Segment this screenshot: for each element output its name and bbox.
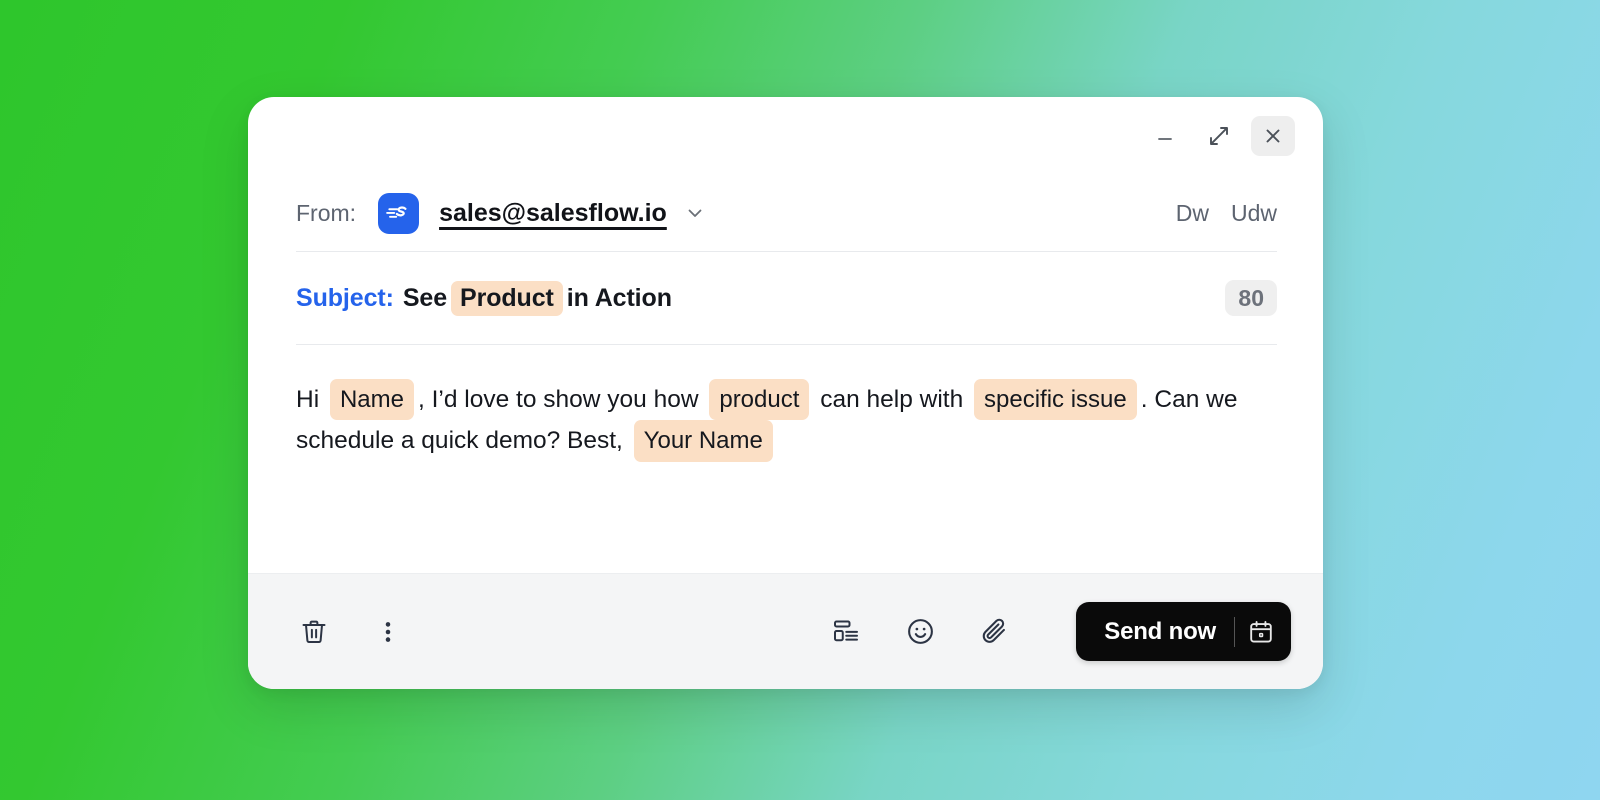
attach-file-button[interactable]: [974, 612, 1014, 652]
subject-segment-plain: See: [402, 283, 448, 312]
character-counter-badge: 80: [1225, 279, 1277, 317]
footer-right-tools: Send now: [826, 602, 1291, 661]
close-icon: [1266, 129, 1280, 143]
message-body-area[interactable]: Hi Name, I’d love to show you how produc…: [248, 345, 1323, 573]
send-now-button[interactable]: Send now: [1080, 618, 1234, 646]
subject-variable-chip[interactable]: Product: [451, 280, 563, 316]
more-options-button[interactable]: [368, 612, 408, 652]
window-titlebar: [248, 97, 1323, 175]
body-segment: Hi: [296, 386, 326, 413]
calendar-icon: [1250, 620, 1272, 642]
footer-left-tools: [294, 612, 408, 652]
schedule-send-button[interactable]: [1235, 602, 1287, 661]
body-segment: can help with: [813, 386, 971, 413]
message-body-text: Hi Name, I’d love to show you how produc…: [296, 379, 1256, 462]
chevron-down-icon[interactable]: [685, 203, 705, 223]
body-variable-chip-issue[interactable]: specific issue: [974, 379, 1137, 421]
body-variable-chip-product[interactable]: product: [709, 379, 810, 421]
emoji-icon: [907, 619, 933, 644]
minimize-button[interactable]: [1143, 116, 1187, 156]
subject-key: Subject:: [296, 283, 394, 312]
undo-action[interactable]: Udw: [1231, 200, 1277, 227]
salesflow-logo-icon[interactable]: [378, 192, 420, 234]
compose-window: From: sales@salesflow.io Dw Udw Subject:…: [248, 97, 1323, 689]
from-row: From: sales@salesflow.io Dw Udw: [248, 175, 1323, 251]
compose-footer: Send now: [248, 573, 1323, 689]
expand-button[interactable]: [1197, 116, 1241, 156]
trash-icon: [302, 620, 326, 643]
close-button[interactable]: [1251, 116, 1295, 156]
body-segment: , I’d love to show you how: [417, 386, 706, 413]
subject-row[interactable]: Subject: See Product in Action 80: [248, 252, 1323, 344]
subject-text: Subject: See Product in Action: [296, 280, 672, 316]
subject-segment-tail: in Action: [566, 283, 672, 312]
from-actions: Dw Udw: [1176, 200, 1277, 227]
draft-action[interactable]: Dw: [1176, 200, 1209, 227]
body-variable-chip-name[interactable]: Name: [329, 379, 414, 421]
from-label: From:: [296, 199, 357, 226]
paperclip-icon: [982, 618, 1005, 643]
delete-draft-button[interactable]: [294, 612, 334, 652]
template-button[interactable]: [826, 612, 866, 652]
body-variable-chip-signature[interactable]: Your Name: [633, 420, 773, 462]
emoji-button[interactable]: [900, 612, 940, 652]
from-address[interactable]: sales@salesflow.io: [439, 199, 667, 228]
send-now-group[interactable]: Send now: [1076, 602, 1291, 661]
expand-icon: [1210, 127, 1228, 145]
template-icon: [834, 619, 859, 641]
minimize-icon: [1158, 138, 1172, 140]
salesflow-mark-icon: [386, 205, 407, 218]
more-vertical-icon: [385, 621, 391, 642]
